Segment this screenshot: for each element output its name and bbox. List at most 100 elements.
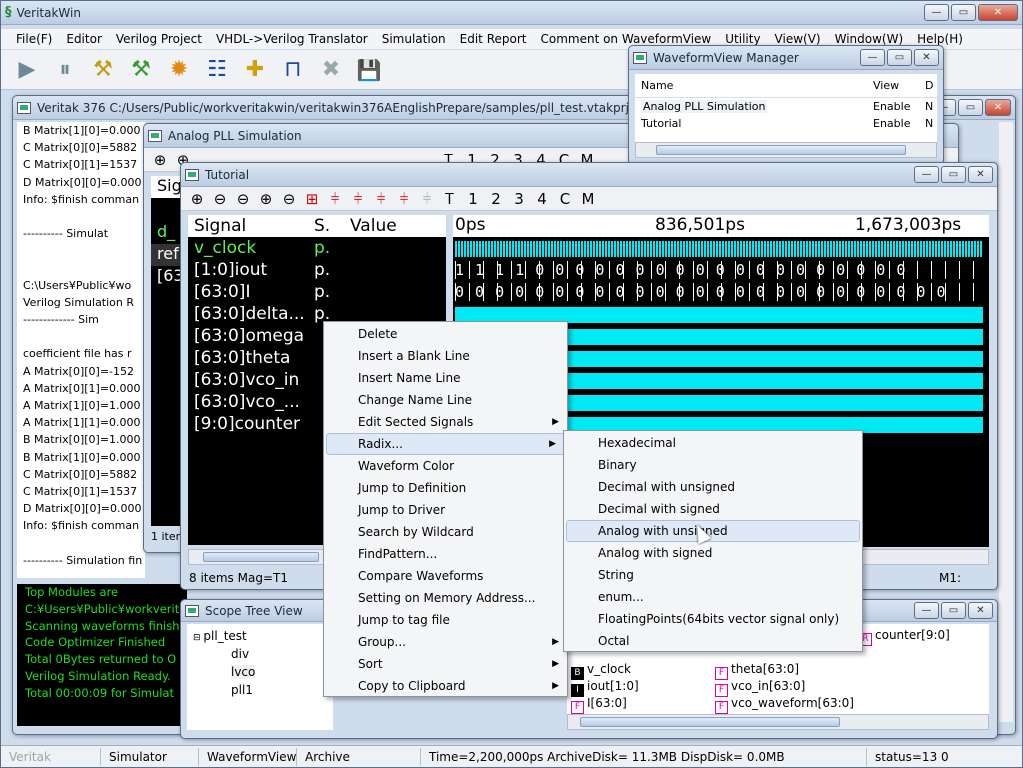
tag-3-icon[interactable]: 3 (509, 190, 529, 208)
scope-signal[interactable]: F I[63:0] (571, 695, 627, 714)
simulation-log[interactable]: B Matrix[1][0]=0.000 C Matrix[0][0]=5882 C… (17, 122, 145, 578)
tree-node[interactable]: lvco (193, 663, 333, 681)
menu-item-waveform-color[interactable]: Waveform Color (324, 455, 567, 477)
close-button[interactable]: ✕ (978, 4, 1018, 21)
radix-option-analog-with-signed[interactable]: Analog with signed (564, 542, 862, 564)
menu-verilog-project[interactable]: Verilog Project (109, 32, 209, 46)
tree-node[interactable]: ⊟ pll_test (193, 627, 333, 645)
wvm-scroll-thumb[interactable] (656, 145, 906, 155)
radix-option-string[interactable]: String (564, 564, 862, 586)
scope-signal[interactable]: Fvco_waveform[63:0] (715, 695, 854, 714)
menu-item-group[interactable]: Group... ▶ (324, 631, 567, 653)
radix-option-enum[interactable]: enum... (564, 586, 862, 608)
radix-option-octal[interactable]: Octal (564, 630, 862, 652)
marker-icon[interactable]: ⫩ (348, 190, 368, 208)
menu-item-jump-to-definition[interactable]: Jump to Definition (324, 477, 567, 499)
marker-icon[interactable]: ⫩ (417, 190, 437, 208)
scope-close-button[interactable]: ✕ (968, 602, 993, 619)
scroll-thumb[interactable] (203, 552, 319, 562)
scope-signal[interactable]: Fvco_in[63:0] (715, 678, 805, 697)
radix-option-floatingpoints-64bits-vector-signal-only[interactable]: FloatingPoints(64bits vector signal only… (564, 608, 862, 630)
menu-item-edit-sected-signals[interactable]: Edit Sected Signals ▶ (324, 411, 567, 433)
tag-2-icon[interactable]: 2 (486, 190, 506, 208)
menu-item-change-name-line[interactable]: Change Name Line (324, 389, 567, 411)
zoom-out-icon[interactable]: ⊖ (210, 190, 230, 208)
wvm-titlebar[interactable]: WaveformView Manager — ▭ ✕ (629, 46, 943, 70)
zoom-in-icon[interactable]: ⊕ (187, 190, 207, 208)
wave-row[interactable] (453, 237, 989, 259)
wave-row[interactable]: 0 0 0 0 0 0 0 0 0 0 0 0 0 0 0 0 0 0 0 0 … (453, 281, 989, 303)
signal-row[interactable]: [63:0]I p. (188, 281, 446, 303)
tutorial-maximize-button[interactable]: ▭ (941, 166, 966, 183)
wvm-maximize-button[interactable]: ▭ (887, 49, 912, 66)
menu-item-search-by-wildcard[interactable]: Search by Wildcard (324, 521, 567, 543)
console-output[interactable]: Top Modules are C:¥Users¥Public¥workverit… (17, 584, 187, 726)
menu-item-radix[interactable]: Radix... ▶ (326, 433, 565, 455)
radix-option-hexadecimal[interactable]: Hexadecimal (564, 432, 862, 454)
signal-row[interactable]: [1:0]iout p. (188, 259, 446, 281)
menu-item-copy-to-clipboard[interactable]: Copy to Clipboard ▶ (324, 675, 567, 697)
tag-1-icon[interactable]: 1 (463, 190, 483, 208)
zoom-area-icon[interactable]: ⊕ (256, 190, 276, 208)
menu-item-findpattern[interactable]: FindPattern... (324, 543, 567, 565)
radix-option-decimal-with-unsigned[interactable]: Decimal with unsigned (564, 476, 862, 498)
scope-signal[interactable]: Bv_clock (571, 661, 631, 680)
scroll-thumb[interactable] (580, 717, 840, 727)
radix-option-binary[interactable]: Binary (564, 454, 862, 476)
marker-icon[interactable]: ⫩ (371, 190, 391, 208)
radix-option-analog-with-unsigned[interactable]: Analog with unsigned (566, 520, 860, 542)
settings-gear-icon[interactable]: ✹ (163, 54, 195, 86)
scope-maximize-button[interactable]: ▭ (941, 602, 966, 619)
wvm-col-view[interactable]: View (873, 79, 925, 92)
menu-item-compare-waveforms[interactable]: Compare Waveforms (324, 565, 567, 587)
tutorial-titlebar[interactable]: Tutorial — ▭ ✕ (181, 163, 997, 187)
maximize-button[interactable]: ▭ (951, 4, 976, 21)
waveform-icon[interactable]: ⊓ (277, 54, 309, 86)
menu-file[interactable]: File(F) (9, 32, 59, 46)
wvm-row[interactable]: Tutorial Enable N (635, 115, 937, 132)
stop-icon[interactable]: ✖ (315, 54, 347, 86)
marker-icon[interactable]: ⫩ (325, 190, 345, 208)
menu-window[interactable]: Window(W) (828, 32, 911, 46)
col-signal[interactable]: Signal (188, 216, 312, 236)
menu-item-setting-on-memory-address[interactable]: Setting on Memory Address... (324, 587, 567, 609)
save-icon[interactable]: 💾 (353, 54, 385, 86)
menu-item-jump-to-tag-file[interactable]: Jump to tag file (324, 609, 567, 631)
project-vscroll[interactable] (999, 122, 1013, 722)
scope-signal[interactable]: Rcounter[9:0] (859, 627, 950, 646)
radix-option-decimal-with-signed[interactable]: Decimal with signed (564, 498, 862, 520)
tag-t-icon[interactable]: Ꭲ (440, 190, 460, 208)
wvm-hscroll[interactable] (635, 142, 937, 158)
compile-run-icon[interactable]: ⚒ (125, 54, 157, 86)
play-icon[interactable]: ▶ (11, 54, 43, 86)
menu-simulation[interactable]: Simulation (375, 32, 453, 46)
menu-item-delete[interactable]: Delete (324, 323, 567, 345)
scope-hscroll[interactable] (567, 714, 989, 730)
cursor-icon[interactable]: ⊞ (302, 190, 322, 208)
tree-node[interactable]: div (193, 645, 333, 663)
menu-item-insert-name-line[interactable]: Insert Name Line (324, 367, 567, 389)
menu-comment-waveform[interactable]: Comment on WaveformView (533, 32, 718, 46)
menu-item-sort[interactable]: Sort ▶ (324, 653, 567, 675)
menu-editor[interactable]: Editor (59, 32, 109, 46)
menu-vhdl-translator[interactable]: VHDL->Verilog Translator (209, 32, 375, 46)
pause-icon[interactable]: ⏸ (49, 54, 81, 86)
wvm-col-d[interactable]: D (925, 79, 933, 92)
marker-icon[interactable]: ⫩ (394, 190, 414, 208)
wvm-minimize-button[interactable]: — (860, 49, 885, 66)
menu-edit-report[interactable]: Edit Report (453, 32, 534, 46)
time-ruler[interactable]: 0ps 836,501ps 1,673,003ps (453, 215, 989, 237)
zoom-icon[interactable]: ⊕ (150, 151, 170, 169)
project-close-button[interactable]: ✕ (985, 99, 1011, 116)
tag-4-icon[interactable]: 4 (532, 190, 552, 208)
scope-signal[interactable]: Iiout[1:0] (571, 678, 639, 697)
zoom-fit-icon[interactable]: ⊖ (233, 190, 253, 208)
wvm-close-button[interactable]: ✕ (914, 49, 939, 66)
tutorial-close-button[interactable]: ✕ (968, 166, 993, 183)
signal-hscroll[interactable] (188, 549, 324, 565)
col-s[interactable]: S. (312, 216, 346, 236)
hierarchy-icon[interactable]: ☷ (201, 54, 233, 86)
tag-m-icon[interactable]: M (578, 190, 598, 208)
signal-row[interactable]: v_clock p. (188, 237, 446, 259)
wave-row[interactable]: 1 1 1 1 0 0 0 0 0 0 0 0 0 0 0 0 0 0 0 0 … (453, 259, 989, 281)
